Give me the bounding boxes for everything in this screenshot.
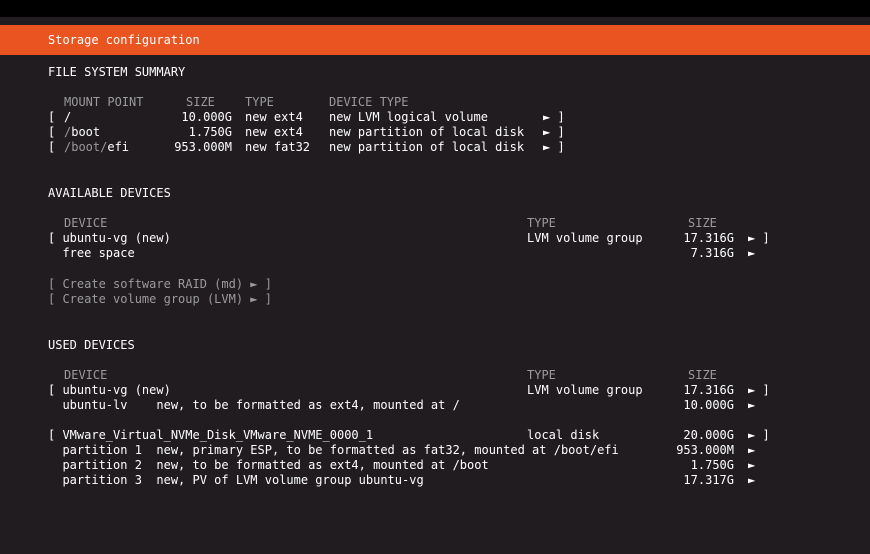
row-arrow: ► ] xyxy=(543,125,565,139)
col-device-type: DEVICE TYPE xyxy=(329,95,409,109)
row-arrow: ► xyxy=(748,473,756,487)
row-arrow: ► ] xyxy=(543,110,565,124)
device-size: 20.000G xyxy=(683,428,734,442)
device-label: [ VMware_Virtual_NVMe_Disk_VMware_NVME_0… xyxy=(48,428,374,442)
device-size: 17.317G xyxy=(683,473,734,487)
create-raid-button[interactable]: [ Create software RAID (md) ► ] xyxy=(48,277,272,292)
top-bar xyxy=(0,0,870,17)
row-arrow: ► xyxy=(748,443,756,457)
device-label: ubuntu-lv new, to be formatted as ext4, … xyxy=(48,398,460,412)
bracket-open: [ xyxy=(48,125,56,139)
row-arrow: ► ] xyxy=(748,383,770,397)
col-device: DEVICE xyxy=(64,368,108,382)
col-type: TYPE xyxy=(527,216,556,230)
device-size: 10.000G xyxy=(683,398,734,412)
installer-screen: Storage configuration FILE SYSTEM SUMMAR… xyxy=(0,0,870,554)
mount-point-prefix: /boot/ xyxy=(64,140,108,154)
mount-point-name: / xyxy=(64,110,72,124)
col-device: DEVICE xyxy=(64,216,108,230)
fs-type: new ext4 xyxy=(245,125,303,139)
col-mount-point: MOUNT POINT xyxy=(64,95,144,109)
row-arrow: ► xyxy=(748,246,756,260)
fs-type: new ext4 xyxy=(245,110,303,124)
header-bar: Storage configuration xyxy=(0,25,870,55)
row-arrow: ► xyxy=(748,458,756,472)
device-type: local disk xyxy=(527,428,600,442)
row-arrow: ► xyxy=(748,398,756,412)
page-title: Storage configuration xyxy=(48,33,200,47)
mount-point: / xyxy=(64,110,71,125)
device-type: new partition of local disk xyxy=(329,125,525,139)
fs-summary-heading: FILE SYSTEM SUMMARY xyxy=(48,65,186,79)
device-size: 17.316G xyxy=(683,231,734,245)
device-label: partition 1 new, primary ESP, to be form… xyxy=(48,443,619,457)
device-label: free space xyxy=(48,246,135,260)
device-label: partition 3 new, PV of LVM volume group … xyxy=(48,473,424,487)
mount-point-name: boot xyxy=(71,125,101,139)
device-label: [ ubuntu-vg (new) xyxy=(48,383,171,397)
size-value: 10.000G xyxy=(181,110,232,124)
device-size: 7.316G xyxy=(690,246,734,260)
bracket-open: [ xyxy=(48,140,56,154)
mount-point: /boot/efi xyxy=(64,140,129,155)
device-label: [ ubuntu-vg (new) xyxy=(48,231,171,245)
size-value: 1.750G xyxy=(188,125,232,139)
size-value: 953.000M xyxy=(174,140,232,154)
device-size: 1.750G xyxy=(690,458,734,472)
available-devices-heading: AVAILABLE DEVICES xyxy=(48,186,171,200)
mount-point: /boot xyxy=(64,125,100,140)
col-type: TYPE xyxy=(527,368,556,382)
col-size: SIZE xyxy=(688,368,717,382)
device-type: LVM volume group xyxy=(527,231,643,245)
bracket-open: [ xyxy=(48,110,56,124)
row-arrow: ► ] xyxy=(748,231,770,245)
device-label: partition 2 new, to be formatted as ext4… xyxy=(48,458,489,472)
device-size: 953.000M xyxy=(676,443,734,457)
device-size: 17.316G xyxy=(683,383,734,397)
fs-type: new fat32 xyxy=(245,140,311,154)
device-type: new partition of local disk xyxy=(329,140,525,154)
col-type: TYPE xyxy=(245,95,274,109)
create-vg-button[interactable]: [ Create volume group (LVM) ► ] xyxy=(48,292,272,307)
device-type: new LVM logical volume xyxy=(329,110,488,124)
col-size: SIZE xyxy=(186,95,215,109)
used-devices-heading: USED DEVICES xyxy=(48,338,135,352)
row-arrow: ► ] xyxy=(543,140,565,154)
device-type: LVM volume group xyxy=(527,383,643,397)
col-size: SIZE xyxy=(688,216,717,230)
mount-point-name: efi xyxy=(107,140,130,154)
row-arrow: ► ] xyxy=(748,428,770,442)
